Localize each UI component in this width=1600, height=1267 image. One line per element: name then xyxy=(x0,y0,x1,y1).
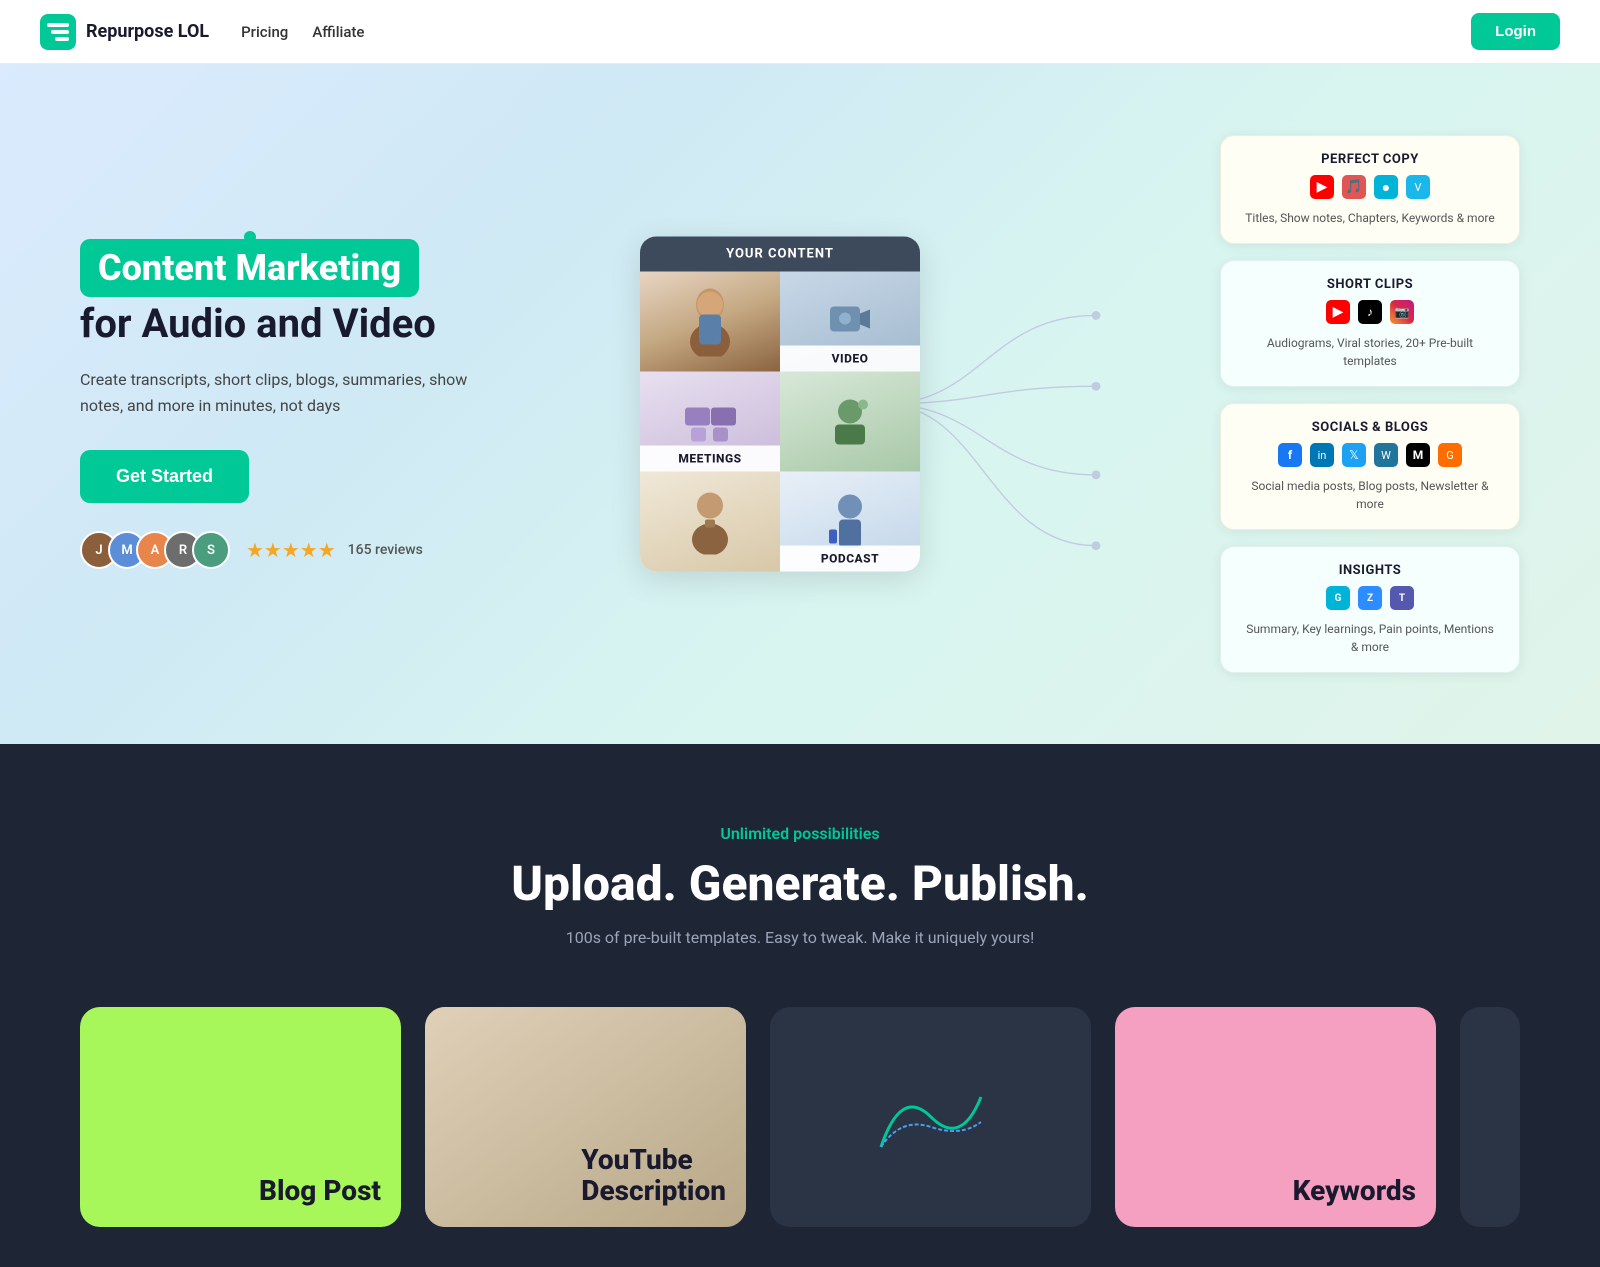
card-header: YOUR CONTENT xyxy=(640,237,920,272)
facebook-icon: 🎵 xyxy=(1342,175,1366,199)
short-clips-card: SHORT CLIPS ▶ ♪ 📷 Audiograms, Viral stor… xyxy=(1220,260,1520,387)
teams-icon: T xyxy=(1390,586,1414,610)
blog-post-card[interactable]: Blog Post xyxy=(80,1007,401,1227)
twitter-icon2: 𝕏 xyxy=(1342,443,1366,467)
get-started-button[interactable]: Get Started xyxy=(80,450,249,503)
chart-card[interactable] xyxy=(770,1007,1091,1227)
star-rating: ★★★★★ xyxy=(246,538,336,562)
hero-description: Create transcripts, short clips, blogs, … xyxy=(80,367,500,418)
hero-headline: for Audio and Video xyxy=(80,301,600,347)
youtube-desc-card[interactable]: YouTubeDescription xyxy=(425,1007,746,1227)
gong-icon: G xyxy=(1326,586,1350,610)
login-button[interactable]: Login xyxy=(1471,13,1560,50)
insights-icons: G Z T xyxy=(1241,586,1499,610)
keywords-card[interactable]: Keywords xyxy=(1115,1007,1436,1227)
short-clips-title: SHORT CLIPS xyxy=(1241,277,1499,292)
feature-cards: PERFECT COPY ▶ 🎵 ● V Titles, Show notes,… xyxy=(1220,135,1520,673)
avatar: S xyxy=(192,531,230,569)
blog-post-label: Blog Post xyxy=(259,1174,381,1207)
card-cell-photo1 xyxy=(640,272,780,372)
logo-text: Repurpose LOL xyxy=(86,21,209,42)
insights-desc: Summary, Key learnings, Pain points, Men… xyxy=(1241,620,1499,656)
dot-decoration xyxy=(244,231,256,243)
perfect-copy-card: PERFECT COPY ▶ 🎵 ● V Titles, Show notes,… xyxy=(1220,135,1520,244)
perfect-copy-title: PERFECT COPY xyxy=(1241,152,1499,167)
socials-desc: Social media posts, Blog posts, Newslett… xyxy=(1241,477,1499,513)
tiktok-icon: ♪ xyxy=(1358,300,1382,324)
bottom-cards-row: Blog Post YouTubeDescription Keywords xyxy=(80,1007,1520,1227)
card-cell-photo3 xyxy=(640,472,780,572)
youtube-icon: ▶ xyxy=(1310,175,1334,199)
short-clips-desc: Audiograms, Viral stories, 20+ Pre-built… xyxy=(1241,334,1499,370)
vimeo-icon: V xyxy=(1406,175,1430,199)
perfect-copy-icons: ▶ 🎵 ● V xyxy=(1241,175,1499,199)
section-subtitle: Unlimited possibilities xyxy=(80,824,1520,843)
card-cell-photo2 xyxy=(780,372,920,472)
navbar-left: Repurpose LOL Pricing Affiliate xyxy=(40,14,364,50)
section-title: Upload. Generate. Publish. xyxy=(80,855,1520,912)
content-card-inner: YOUR CONTENT xyxy=(640,237,920,572)
instagram-icon: 📷 xyxy=(1390,300,1414,324)
nav-affiliate[interactable]: Affiliate xyxy=(312,23,364,41)
facebook-icon2: f xyxy=(1278,443,1302,467)
reviews-row: J M A R S ★★★★★ 165 reviews xyxy=(80,531,600,569)
youtube-icon2: ▶ xyxy=(1326,300,1350,324)
headline-wrapper: Content Marketing xyxy=(80,239,419,301)
navbar: Repurpose LOL Pricing Affiliate Login xyxy=(0,0,1600,64)
card-grid: VIDEO MEETINGS xyxy=(640,272,920,572)
meetings-label: MEETINGS xyxy=(640,446,780,472)
medium-icon: M xyxy=(1406,443,1430,467)
insights-card: INSIGHTS G Z T Summary, Key learnings, P… xyxy=(1220,546,1520,673)
content-card: YOUR CONTENT xyxy=(640,237,920,572)
card-cell-meetings: MEETINGS xyxy=(640,372,780,472)
ghost-icon: G xyxy=(1438,443,1462,467)
diagram-wrapper: YOUR CONTENT xyxy=(600,164,1220,644)
perfect-copy-desc: Titles, Show notes, Chapters, Keywords &… xyxy=(1241,209,1499,227)
wordpress-icon: W xyxy=(1374,443,1398,467)
linkedin-icon: in xyxy=(1310,443,1334,467)
card-cell-podcast: PODCAST xyxy=(780,472,920,572)
logo-icon xyxy=(40,14,76,50)
twitter-icon: ● xyxy=(1374,175,1398,199)
hero-left: Content Marketing for Audio and Video Cr… xyxy=(80,239,600,569)
photo-woman xyxy=(640,272,780,372)
nav-links: Pricing Affiliate xyxy=(241,23,364,41)
insights-title: INSIGHTS xyxy=(1241,563,1499,578)
socials-blogs-card: SOCIALS & BLOGS f in 𝕏 W M G Social medi… xyxy=(1220,403,1520,530)
video-label: VIDEO xyxy=(780,346,920,372)
logo[interactable]: Repurpose LOL xyxy=(40,14,209,50)
extra-card[interactable] xyxy=(1460,1007,1520,1227)
socials-title: SOCIALS & BLOGS xyxy=(1241,420,1499,435)
short-clips-icons: ▶ ♪ 📷 xyxy=(1241,300,1499,324)
zoom-icon: Z xyxy=(1358,586,1382,610)
card-cell-video: VIDEO xyxy=(780,272,920,372)
avatar-group: J M A R S xyxy=(80,531,220,569)
socials-icons: f in 𝕏 W M G xyxy=(1241,443,1499,467)
hero-section: Content Marketing for Audio and Video Cr… xyxy=(0,64,1600,744)
section-desc: 100s of pre-built templates. Easy to twe… xyxy=(80,928,1520,947)
podcast-label: PODCAST xyxy=(780,546,920,572)
reviews-count: 165 reviews xyxy=(348,542,423,558)
headline-badge: Content Marketing xyxy=(80,239,419,297)
nav-pricing[interactable]: Pricing xyxy=(241,23,288,41)
section-dark: Unlimited possibilities Upload. Generate… xyxy=(0,744,1600,1267)
